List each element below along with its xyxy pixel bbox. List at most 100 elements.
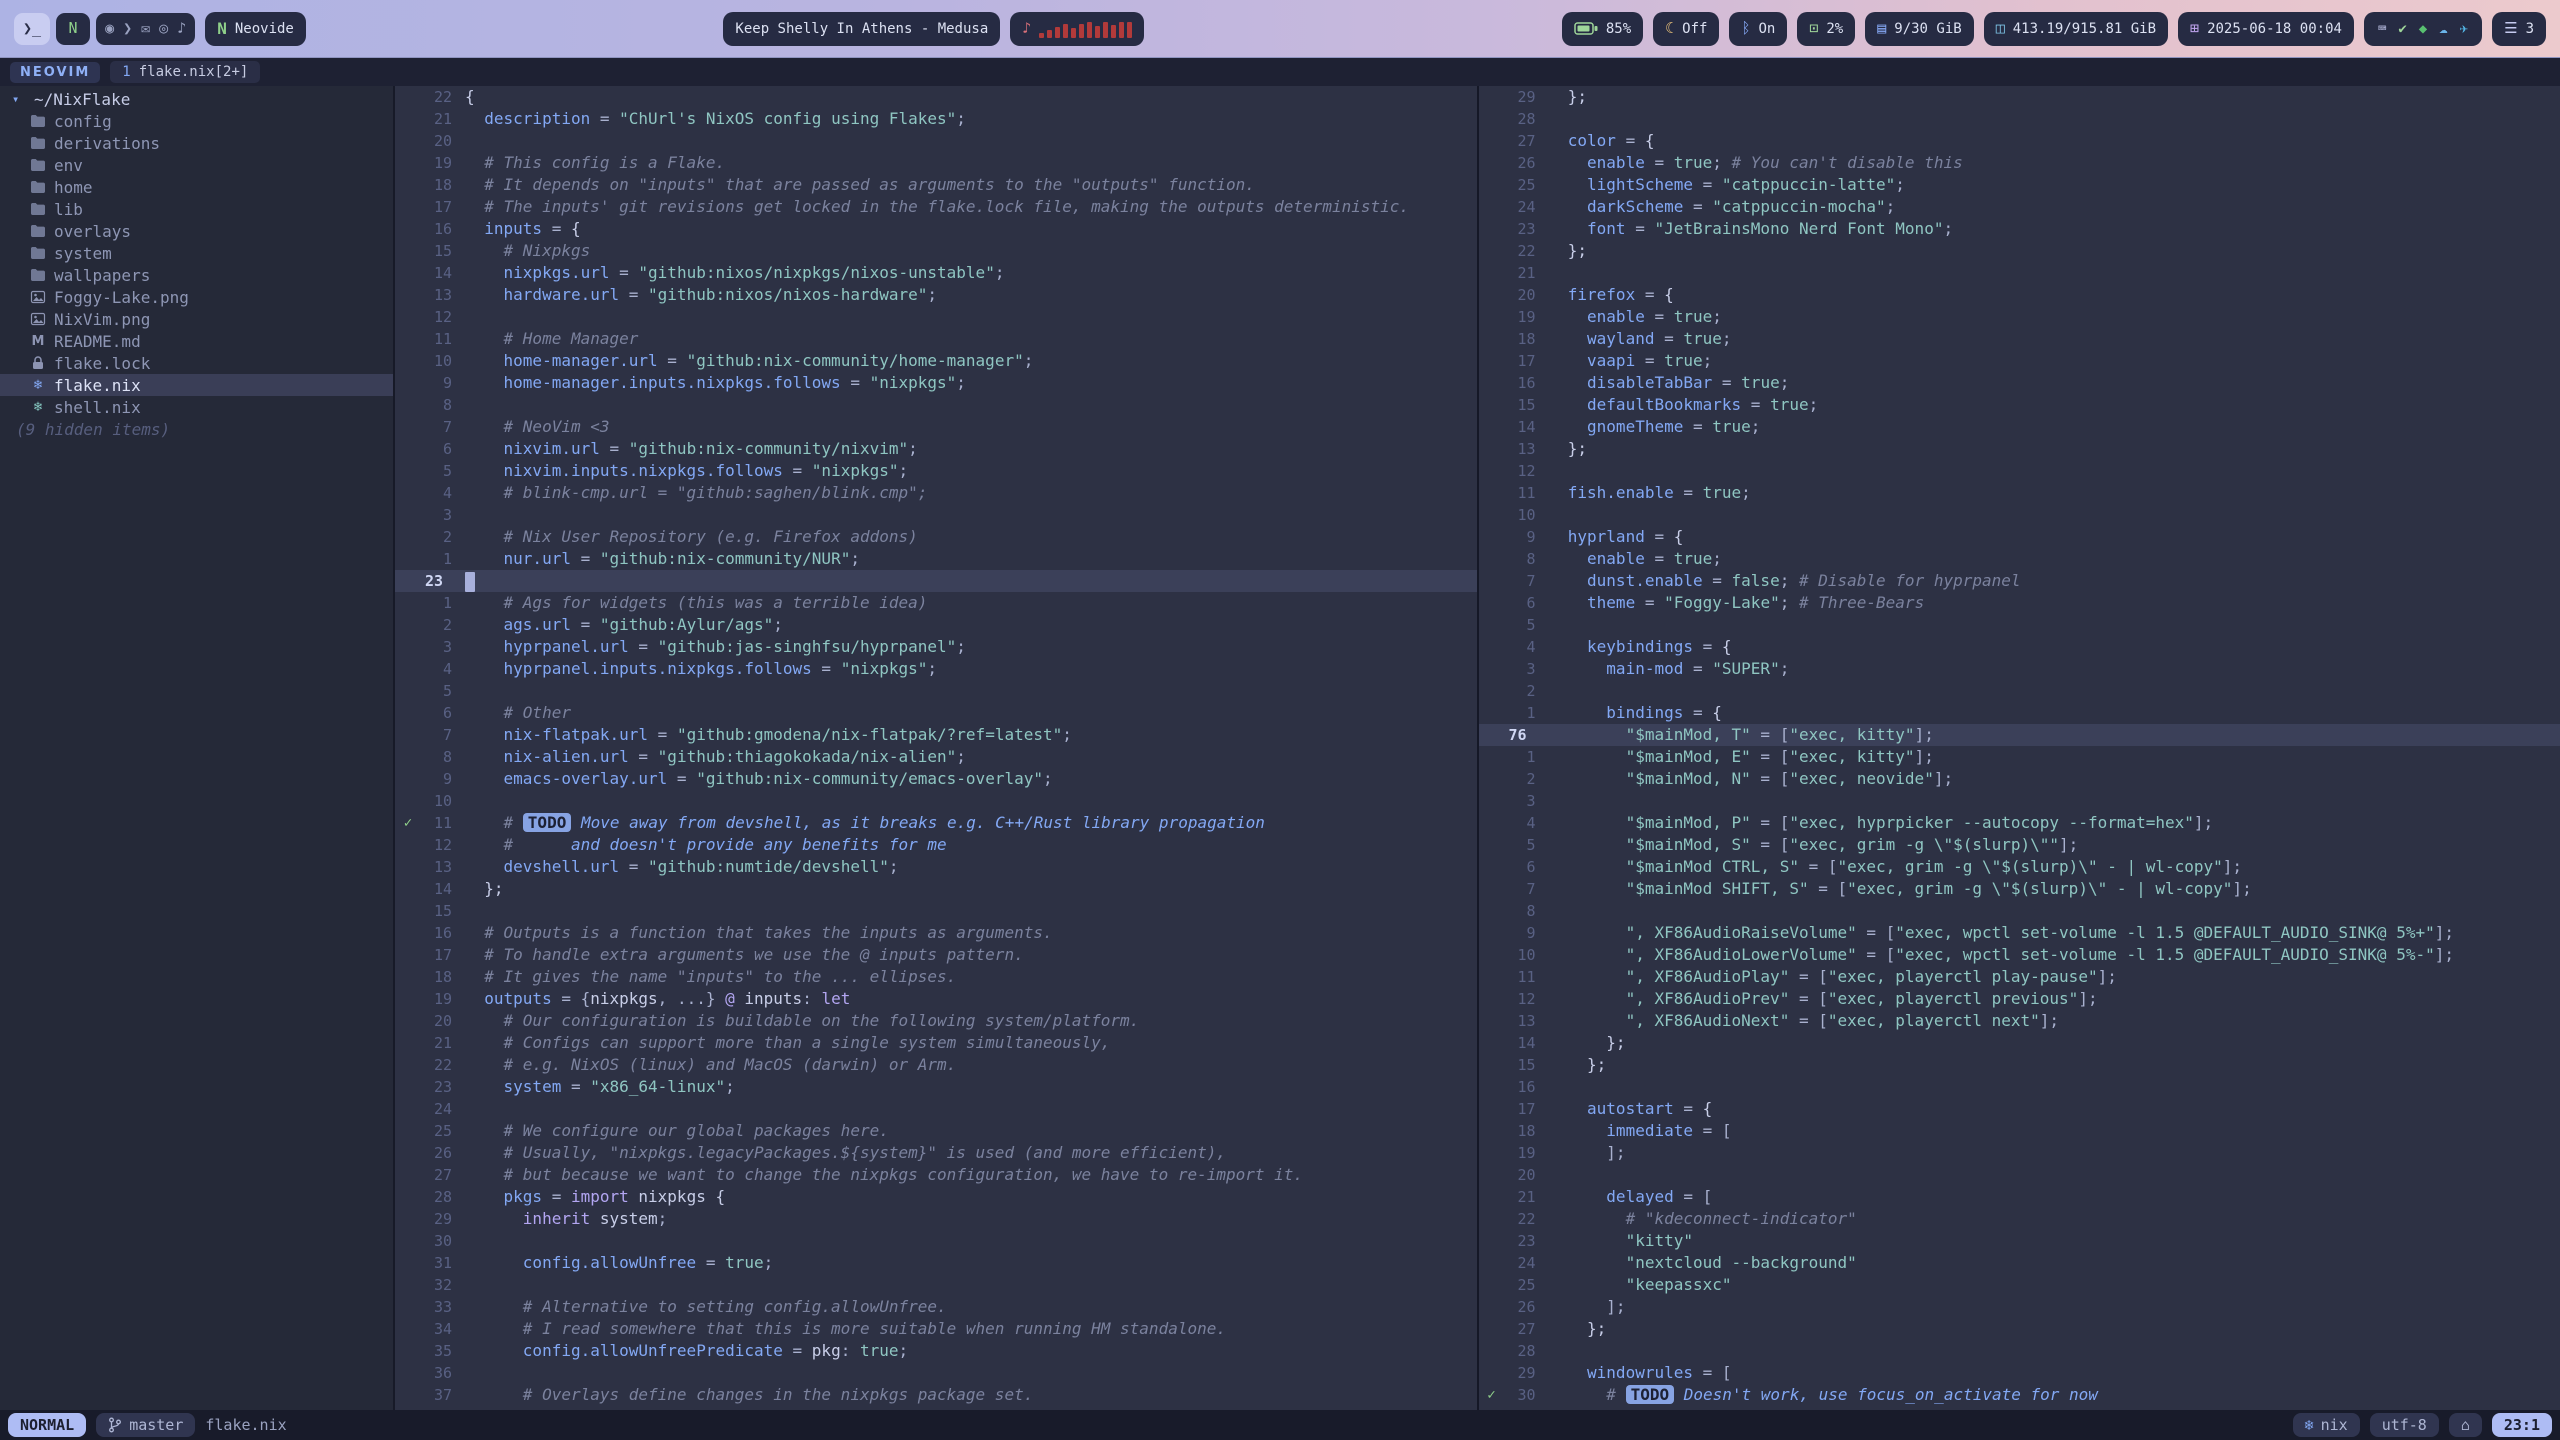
window-title-module[interactable]: N Neovide xyxy=(205,12,306,46)
media-track-module[interactable]: Keep Shelly In Athens - Medusa xyxy=(723,12,1000,46)
code-line[interactable]: 8 enable = true; xyxy=(1479,548,2560,570)
workspace[interactable]: ◉❯✉◎♪ xyxy=(96,13,195,45)
code-line[interactable]: 1 bindings = { xyxy=(1479,702,2560,724)
code-line[interactable]: 32 xyxy=(395,1274,1477,1296)
code-line[interactable]: 20 # Our configuration is buildable on t… xyxy=(395,1010,1477,1032)
code-line[interactable]: 23 "kitty" xyxy=(1479,1230,2560,1252)
code-line[interactable]: 4 keybindings = { xyxy=(1479,636,2560,658)
editor-pane-right[interactable]: 29 };2827 color = {26 enable = true; # Y… xyxy=(1477,86,2560,1410)
tree-item-wallpapers[interactable]: wallpapers xyxy=(0,264,393,286)
tree-item-home[interactable]: home xyxy=(0,176,393,198)
editor-pane-left[interactable]: 22{21 description = "ChUrl's NixOS confi… xyxy=(395,86,1477,1410)
code-line[interactable]: 2 ags.url = "github:Aylur/ags"; xyxy=(395,614,1477,636)
tree-root[interactable]: ▾~/NixFlake xyxy=(0,88,393,110)
disk-module[interactable]: ◫ 413.19/915.81 GiB xyxy=(1984,12,2168,46)
code-line[interactable]: 13 ", XF86AudioNext" = ["exec, playerctl… xyxy=(1479,1010,2560,1032)
code-line[interactable]: 4 "$mainMod, P" = ["exec, hyprpicker --a… xyxy=(1479,812,2560,834)
tree-item-system[interactable]: system xyxy=(0,242,393,264)
code-line[interactable]: 12 ", XF86AudioPrev" = ["exec, playerctl… xyxy=(1479,988,2560,1010)
night-light-module[interactable]: ☾ Off xyxy=(1653,12,1719,46)
code-line[interactable]: 5 xyxy=(395,680,1477,702)
code-line[interactable]: 19 enable = true; xyxy=(1479,306,2560,328)
code-line[interactable]: 11 # Home Manager xyxy=(395,328,1477,350)
tree-item-readme-md[interactable]: MREADME.md xyxy=(0,330,393,352)
bluetooth-module[interactable]: ᛒ On xyxy=(1729,12,1787,46)
code-line[interactable]: 37 # Overlays define changes in the nixp… xyxy=(395,1384,1477,1406)
code-line[interactable]: 1 # Ags for widgets (this was a terrible… xyxy=(395,592,1477,614)
media-visualizer-module[interactable]: ♪ xyxy=(1010,12,1144,46)
code-line[interactable]: 24 "nextcloud --background" xyxy=(1479,1252,2560,1274)
code-line[interactable]: 10 home-manager.url = "github:nix-commun… xyxy=(395,350,1477,372)
code-line[interactable]: 18 immediate = [ xyxy=(1479,1120,2560,1142)
code-line[interactable]: 22 # "kdeconnect-indicator" xyxy=(1479,1208,2560,1230)
code-line[interactable]: 3 xyxy=(1479,790,2560,812)
count-module[interactable]: ☰ 3 xyxy=(2492,12,2546,46)
code-line[interactable]: ✓30 # TODO Doesn't work, use focus_on_ac… xyxy=(1479,1384,2560,1406)
code-line[interactable]: 23 font = "JetBrainsMono Nerd Font Mono"… xyxy=(1479,218,2560,240)
code-line[interactable]: 7 # NeoVim <3 xyxy=(395,416,1477,438)
code-line[interactable]: 1 "$mainMod, E" = ["exec, kitty"]; xyxy=(1479,746,2560,768)
code-line[interactable]: 5 nixvim.inputs.nixpkgs.follows = "nixpk… xyxy=(395,460,1477,482)
code-line[interactable]: 8 nix-alien.url = "github:thiagokokada/n… xyxy=(395,746,1477,768)
tree-item-nixvim-png[interactable]: NixVim.png xyxy=(0,308,393,330)
code-line[interactable]: 9 ", XF86AudioRaiseVolume" = ["exec, wpc… xyxy=(1479,922,2560,944)
code-line[interactable]: 17 autostart = { xyxy=(1479,1098,2560,1120)
code-line[interactable]: 15 # Nixpkgs xyxy=(395,240,1477,262)
clock-module[interactable]: ⊞ 2025-06-18 00:04 xyxy=(2178,12,2354,46)
code-line[interactable]: 16 # Outputs is a function that takes th… xyxy=(395,922,1477,944)
code-line[interactable]: 5 "$mainMod, S" = ["exec, grim -g \"$(sl… xyxy=(1479,834,2560,856)
code-line[interactable]: 20 xyxy=(395,130,1477,152)
code-line[interactable]: 3 xyxy=(395,504,1477,526)
cpu-module[interactable]: ⊡ 2% xyxy=(1797,12,1855,46)
tree-item-overlays[interactable]: overlays xyxy=(0,220,393,242)
tree-item-flake-nix[interactable]: ❄flake.nix xyxy=(0,374,393,396)
code-line[interactable]: 13 hardware.url = "github:nixos/nixos-ha… xyxy=(395,284,1477,306)
code-line[interactable]: 18 wayland = true; xyxy=(1479,328,2560,350)
code-line[interactable]: 7 nix-flatpak.url = "github:gmodena/nix-… xyxy=(395,724,1477,746)
code-line[interactable]: 11 fish.enable = true; xyxy=(1479,482,2560,504)
tab-flake-nix[interactable]: 1 flake.nix[2+] xyxy=(110,61,260,83)
code-line[interactable]: 76 "$mainMod, T" = ["exec, kitty"]; xyxy=(1479,724,2560,746)
code-line[interactable]: 19 outputs = {nixpkgs, ...} @ inputs: le… xyxy=(395,988,1477,1010)
code-line[interactable]: 19 # This config is a Flake. xyxy=(395,152,1477,174)
code-line[interactable]: 25 # We configure our global packages he… xyxy=(395,1120,1477,1142)
code-line[interactable]: 4 # blink-cmp.url = "github:saghen/blink… xyxy=(395,482,1477,504)
code-line[interactable]: 22{ xyxy=(395,86,1477,108)
code-line[interactable]: 19 ]; xyxy=(1479,1142,2560,1164)
code-line[interactable]: 15 defaultBookmarks = true; xyxy=(1479,394,2560,416)
code-line[interactable]: 29 windowrules = [ xyxy=(1479,1362,2560,1384)
code-line[interactable]: 22 }; xyxy=(1479,240,2560,262)
code-line[interactable]: 12 # and doesn't provide any benefits fo… xyxy=(395,834,1477,856)
code-line[interactable]: ✓11 # TODO Move away from devshell, as i… xyxy=(395,812,1477,834)
code-line[interactable]: 21 xyxy=(1479,262,2560,284)
code-line[interactable]: 3 hyprpanel.url = "github:jas-singhfsu/h… xyxy=(395,636,1477,658)
code-line[interactable]: 36 xyxy=(395,1362,1477,1384)
code-line[interactable]: 15 }; xyxy=(1479,1054,2560,1076)
code-line[interactable]: 30 xyxy=(395,1230,1477,1252)
code-line[interactable]: 2 # Nix User Repository (e.g. Firefox ad… xyxy=(395,526,1477,548)
code-line[interactable]: 27 # but because we want to change the n… xyxy=(395,1164,1477,1186)
code-line[interactable]: 26 ]; xyxy=(1479,1296,2560,1318)
keepassxc-icon[interactable]: ◆ xyxy=(2417,22,2429,36)
code-line[interactable]: 28 pkgs = import nixpkgs { xyxy=(395,1186,1477,1208)
code-line[interactable]: 9 home-manager.inputs.nixpkgs.follows = … xyxy=(395,372,1477,394)
code-line[interactable]: 25 "keepassxc" xyxy=(1479,1274,2560,1296)
code-line[interactable]: 6 # Other xyxy=(395,702,1477,724)
code-line[interactable]: 21 delayed = [ xyxy=(1479,1186,2560,1208)
code-line[interactable]: 4 hyprpanel.inputs.nixpkgs.follows = "ni… xyxy=(395,658,1477,680)
tree-item-config[interactable]: config xyxy=(0,110,393,132)
keyboard-icon[interactable]: ⌨ xyxy=(2376,22,2388,36)
code-line[interactable]: 16 xyxy=(1479,1076,2560,1098)
code-line[interactable]: 33 # Alternative to setting config.allow… xyxy=(395,1296,1477,1318)
code-line[interactable]: 3 main-mod = "SUPER"; xyxy=(1479,658,2560,680)
code-line[interactable]: 20 xyxy=(1479,1164,2560,1186)
code-line[interactable]: 5 xyxy=(1479,614,2560,636)
tree-item-foggy-lake-png[interactable]: Foggy-Lake.png xyxy=(0,286,393,308)
code-line[interactable]: 12 xyxy=(395,306,1477,328)
tree-item-shell-nix[interactable]: ❄shell.nix xyxy=(0,396,393,418)
code-line[interactable]: 10 xyxy=(1479,504,2560,526)
code-line[interactable]: 15 xyxy=(395,900,1477,922)
code-line[interactable]: 1 nur.url = "github:nix-community/NUR"; xyxy=(395,548,1477,570)
code-line[interactable]: 17 vaapi = true; xyxy=(1479,350,2560,372)
code-line[interactable]: 35 config.allowUnfreePredicate = pkg: tr… xyxy=(395,1340,1477,1362)
